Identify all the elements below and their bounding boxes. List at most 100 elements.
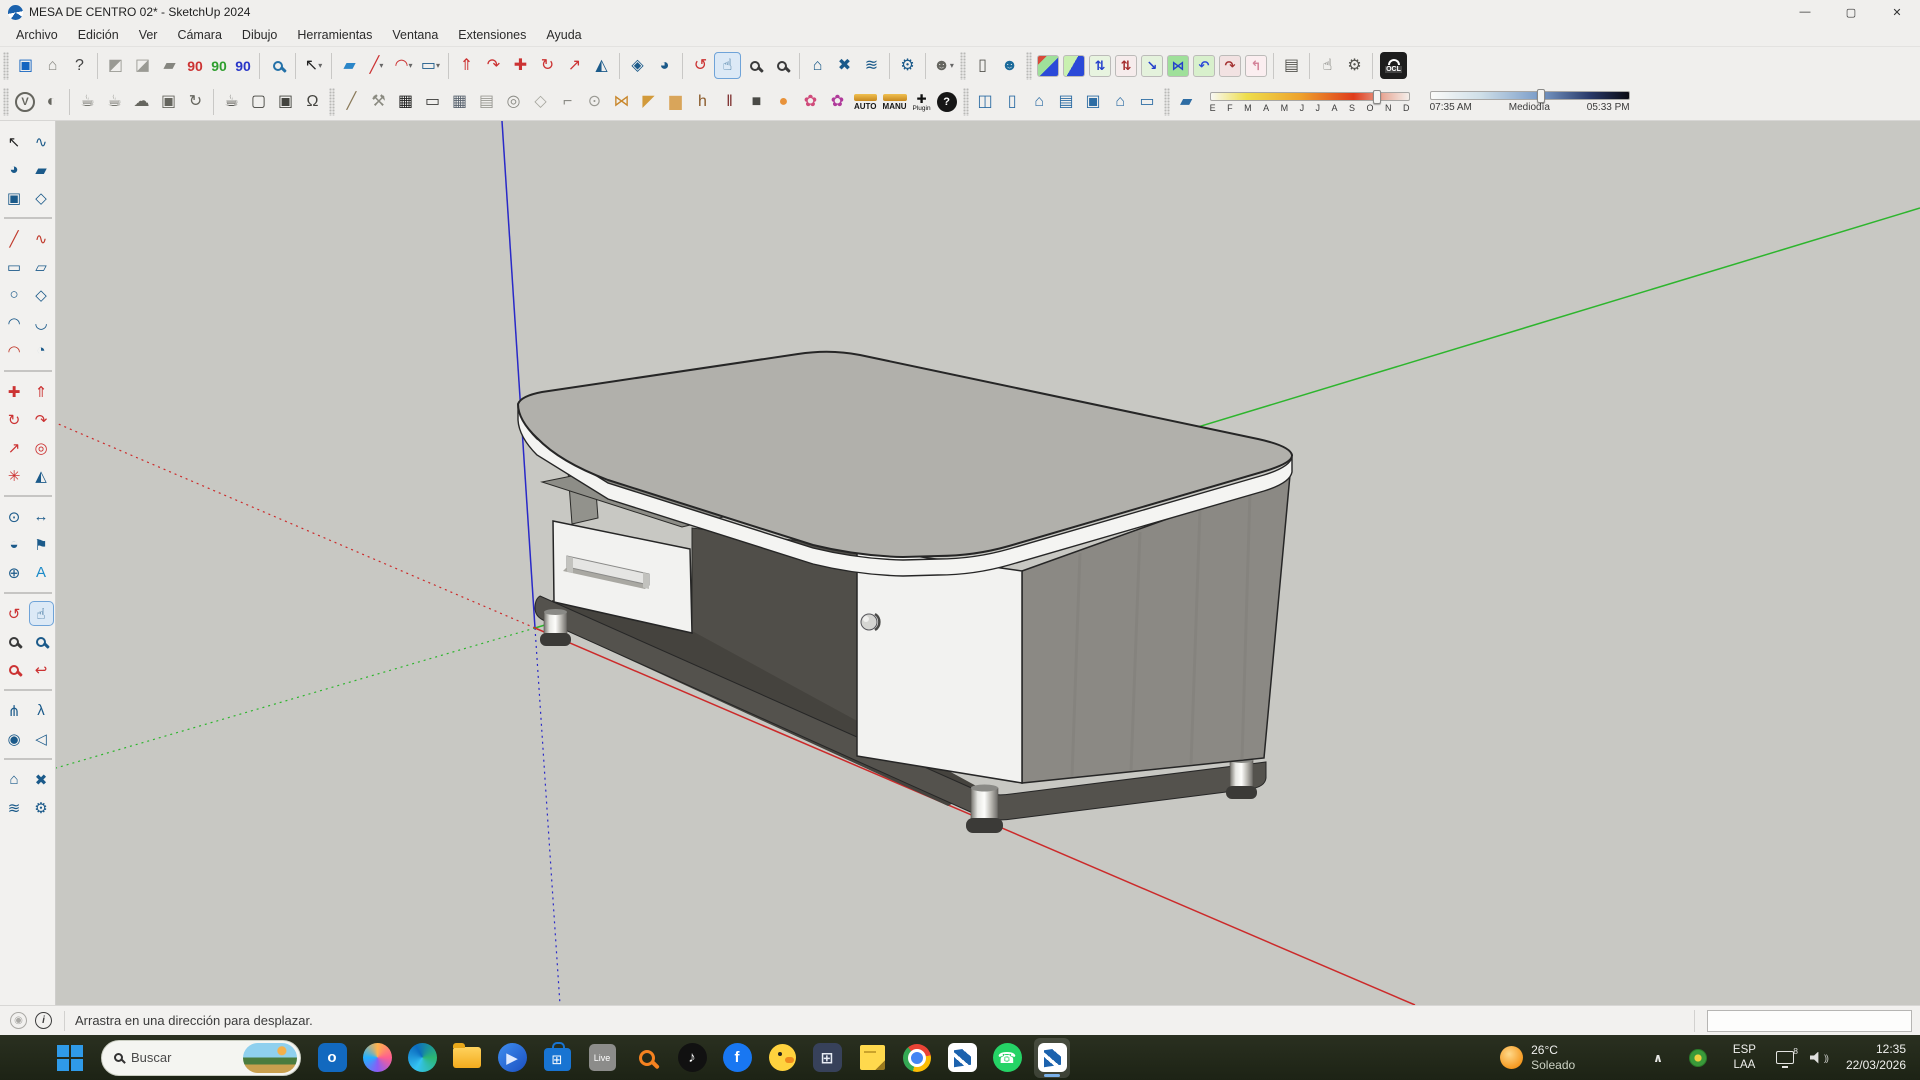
menu-item-archivo[interactable]: Archivo <box>6 26 68 44</box>
duck-icon[interactable] <box>764 1038 800 1078</box>
tape-measure-icon[interactable]: ⊙ <box>2 504 27 529</box>
comp-wood-block-icon[interactable]: ▆ <box>662 89 689 116</box>
close-button[interactable]: ✕ <box>1874 0 1920 24</box>
hand-tool-icon[interactable]: ☝ <box>1314 52 1341 79</box>
vray-scene-icon[interactable]: ☕ <box>218 89 245 116</box>
layers-icon[interactable]: ≋ <box>858 52 885 79</box>
axis-green-dotted[interactable] <box>56 628 535 768</box>
plugin-icon-7[interactable]: ↶ <box>1193 55 1215 77</box>
toolbar-grip[interactable] <box>960 52 966 80</box>
pan-tool-icon[interactable]: ☝ <box>714 52 741 79</box>
zoom-selection-icon[interactable] <box>264 52 291 79</box>
lasso-tool-icon[interactable]: ∿ <box>29 129 54 154</box>
plugin-plus-icon[interactable]: ✚Plugin <box>913 93 931 112</box>
search-app-icon[interactable] <box>629 1038 665 1078</box>
comp-chair-icon[interactable]: h <box>689 89 716 116</box>
axes-tool-icon[interactable]: ✳ <box>2 463 27 488</box>
look-around-icon[interactable]: ◉ <box>2 726 27 751</box>
3d-warehouse-icon[interactable]: ⌂ <box>804 52 831 79</box>
start-button[interactable] <box>52 1038 88 1078</box>
toolbar-grip[interactable] <box>1026 52 1032 80</box>
pan-tool-icon[interactable]: ☝ <box>29 601 54 626</box>
follow-me-icon[interactable]: ↷ <box>29 407 54 432</box>
line-tool-icon[interactable]: ╱▾ <box>363 52 390 79</box>
rectangle-tool-icon[interactable]: ▭ <box>2 254 27 279</box>
angle-90-green[interactable]: 90 <box>207 52 231 79</box>
layers-panel-icon[interactable]: ≋ <box>2 795 27 820</box>
dropdown-caret-icon[interactable]: ▾ <box>379 61 383 70</box>
scale-tool-icon[interactable]: ↗ <box>561 52 588 79</box>
dropdown-caret-icon[interactable]: ▾ <box>408 61 412 70</box>
vray-assets-icon[interactable]: ◐ <box>38 89 65 116</box>
save-icon[interactable]: ▣ <box>12 52 39 79</box>
comp-sink-icon[interactable]: ◎ <box>500 89 527 116</box>
comp-cooktop-icon[interactable]: ▦ <box>446 89 473 116</box>
vray-render-icon[interactable]: ☕ <box>74 89 101 116</box>
eraser-tool-icon[interactable]: ▰ <box>336 52 363 79</box>
edge-icon[interactable] <box>404 1038 440 1078</box>
zoom-window-icon[interactable] <box>29 629 54 654</box>
speaker-icon[interactable]: )) <box>1810 1052 1828 1064</box>
arch-slab-icon[interactable]: ▭ <box>1134 89 1161 116</box>
warehouse-download-icon[interactable]: ⌂ <box>2 767 27 792</box>
chrome-icon[interactable] <box>899 1038 935 1078</box>
clock-widget[interactable]: 12:35 22/03/2026 <box>1846 1042 1906 1073</box>
plugin-icon-1[interactable] <box>1037 55 1059 77</box>
toolbar-grip[interactable] <box>963 88 969 116</box>
maximize-button[interactable]: ▢ <box>1828 0 1874 24</box>
comp-outlet-icon[interactable]: ⊙ <box>581 89 608 116</box>
table-leg-right[interactable] <box>1226 757 1257 799</box>
vray-cloud-icon[interactable]: ☁ <box>128 89 155 116</box>
comp-bottles-icon[interactable]: ‖ <box>716 89 743 116</box>
menu-item-extensiones[interactable]: Extensiones <box>448 26 536 44</box>
protractor-icon[interactable]: ◒ <box>2 532 27 557</box>
zoom-tool-icon[interactable] <box>741 52 768 79</box>
manu-icon[interactable]: MANU <box>883 94 907 111</box>
tiktok-icon[interactable]: ♪ <box>674 1038 710 1078</box>
media-player-icon[interactable]: ▶ <box>494 1038 530 1078</box>
vray-update-icon[interactable]: ↻ <box>182 89 209 116</box>
pie-tool-icon[interactable]: ◔ <box>29 338 54 363</box>
auto-icon[interactable]: AUTO <box>854 94 877 111</box>
table-leg-front[interactable] <box>966 785 1003 834</box>
tray-app-icon[interactable] <box>1689 1049 1707 1067</box>
menu-item-dibujo[interactable]: Dibujo <box>232 26 287 44</box>
plugin-icon-5[interactable]: ↘ <box>1141 55 1163 77</box>
menu-item-ayuda[interactable]: Ayuda <box>536 26 591 44</box>
sticky-notes-icon[interactable] <box>854 1038 890 1078</box>
shadow-date-slider[interactable]: EFMAMJJASOND <box>1210 92 1410 113</box>
comp-oven-icon[interactable]: ▦ <box>392 89 419 116</box>
extension-warehouse-icon[interactable]: ✖ <box>831 52 858 79</box>
select-tool-icon[interactable]: ↖▾ <box>300 52 327 79</box>
weather-widget[interactable]: 26°C Soleado <box>1500 1043 1575 1073</box>
arch-box-icon[interactable]: ◫ <box>972 89 999 116</box>
comp-faucet-icon[interactable]: ⌐ <box>554 89 581 116</box>
comp-fruit-bowl-icon[interactable]: ● <box>770 89 797 116</box>
axis-red-dotted[interactable] <box>56 423 535 628</box>
toolbar-grip[interactable] <box>3 88 9 116</box>
eraser-tool-icon[interactable]: ▰ <box>29 157 54 182</box>
two-point-arc-icon[interactable]: ◡ <box>29 310 54 335</box>
search-box[interactable]: Buscar <box>101 1040 301 1076</box>
add-person-icon[interactable]: ☻ <box>996 52 1023 79</box>
orbit-tool-icon[interactable]: ↺ <box>687 52 714 79</box>
minimize-button[interactable]: — <box>1782 0 1828 24</box>
comp-stick-icon[interactable]: ╱ <box>338 89 365 116</box>
whatsapp-icon[interactable]: ☎ <box>989 1038 1025 1078</box>
paint-bucket-icon[interactable]: ◕ <box>2 157 27 182</box>
text-tool-icon[interactable]: ⚑ <box>29 532 54 557</box>
circle-tool-icon[interactable]: ○ <box>2 282 27 307</box>
shadow-time-slider[interactable]: 07:35 AMMediodía05:33 PM <box>1430 91 1630 113</box>
3d-text-icon[interactable]: A <box>29 560 54 585</box>
comp-microwave-icon[interactable]: ▭ <box>419 89 446 116</box>
arch-door-icon[interactable]: ▯ <box>999 89 1026 116</box>
help-icon[interactable]: ? <box>66 52 93 79</box>
rotated-rectangle-icon[interactable]: ▱ <box>29 254 54 279</box>
facebook-icon[interactable]: f <box>719 1038 755 1078</box>
comp-corner-table-icon[interactable]: ◤ <box>635 89 662 116</box>
search-daily-image[interactable] <box>243 1043 297 1073</box>
comp-hood-icon[interactable]: ▤ <box>473 89 500 116</box>
vray-lock-icon[interactable]: Ω <box>299 89 326 116</box>
arc-tool-icon[interactable]: ◠ <box>2 310 27 335</box>
arch-house-icon[interactable]: ⌂ <box>1026 89 1053 116</box>
